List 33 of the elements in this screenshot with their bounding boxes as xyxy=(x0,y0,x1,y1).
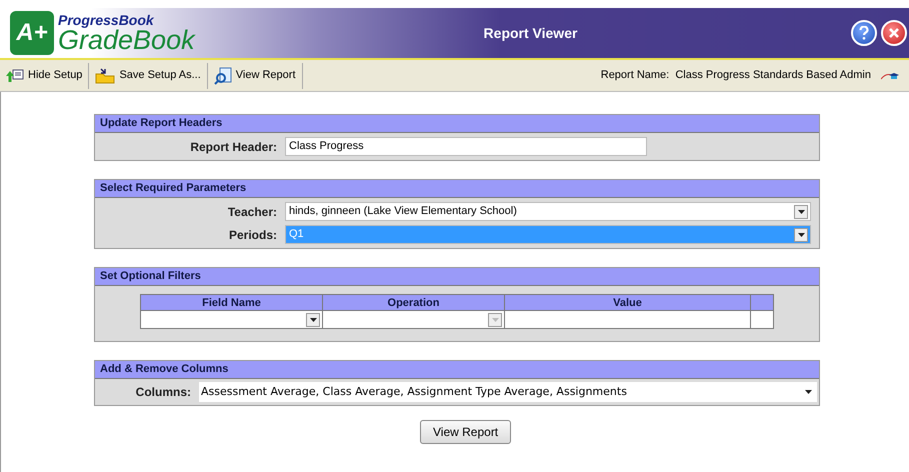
section-header: Update Report Headers xyxy=(95,115,819,133)
section-header: Set Optional Filters xyxy=(95,268,819,286)
section-header: Add & Remove Columns xyxy=(95,361,819,379)
field-label: Columns: xyxy=(134,384,191,401)
arrow-up-icon xyxy=(6,68,24,84)
toolbar-button[interactable]: Hide Setup xyxy=(0,62,90,88)
toolbar-button[interactable]: View Report xyxy=(208,62,302,88)
column-header: Operation xyxy=(323,295,504,311)
filter-input[interactable] xyxy=(505,311,750,328)
column-header: Field Name xyxy=(141,295,322,311)
document-search-icon xyxy=(214,66,232,84)
graduation-cap-icon xyxy=(881,70,899,80)
dropdown[interactable]: hinds, ginneen (Lake View Elementary School) xyxy=(285,202,811,221)
help-button[interactable] xyxy=(851,20,877,46)
folder-icon xyxy=(95,68,116,84)
columns-dropdown[interactable]: Assessment Average, Class Average, Assignment Type Average, Assignments xyxy=(199,382,817,402)
product-name: GradeBook xyxy=(58,26,195,54)
column-header: Value xyxy=(505,295,750,311)
section-header: Select Required Parameters xyxy=(95,180,819,198)
toolbar-button[interactable]: Save Setup As... xyxy=(89,62,208,88)
field-label: Teacher: xyxy=(226,204,277,220)
field-label: Periods: xyxy=(228,226,277,244)
report-name: Report Name: Class Progress Standards Based Admin xyxy=(600,68,871,84)
text-field[interactable]: Class Progress xyxy=(285,137,647,156)
brand-name: ProgressBook xyxy=(58,12,155,26)
window-title: Report Viewer xyxy=(484,24,578,43)
view-report-button[interactable]: View Report xyxy=(420,420,512,444)
close-icon xyxy=(888,27,900,39)
dropdown-arrow-icon[interactable] xyxy=(805,390,812,394)
close-button[interactable] xyxy=(881,20,907,46)
question-mark-icon xyxy=(859,26,869,40)
logo-badge: A+ xyxy=(10,11,54,55)
field-label: Report Header: xyxy=(189,138,277,156)
